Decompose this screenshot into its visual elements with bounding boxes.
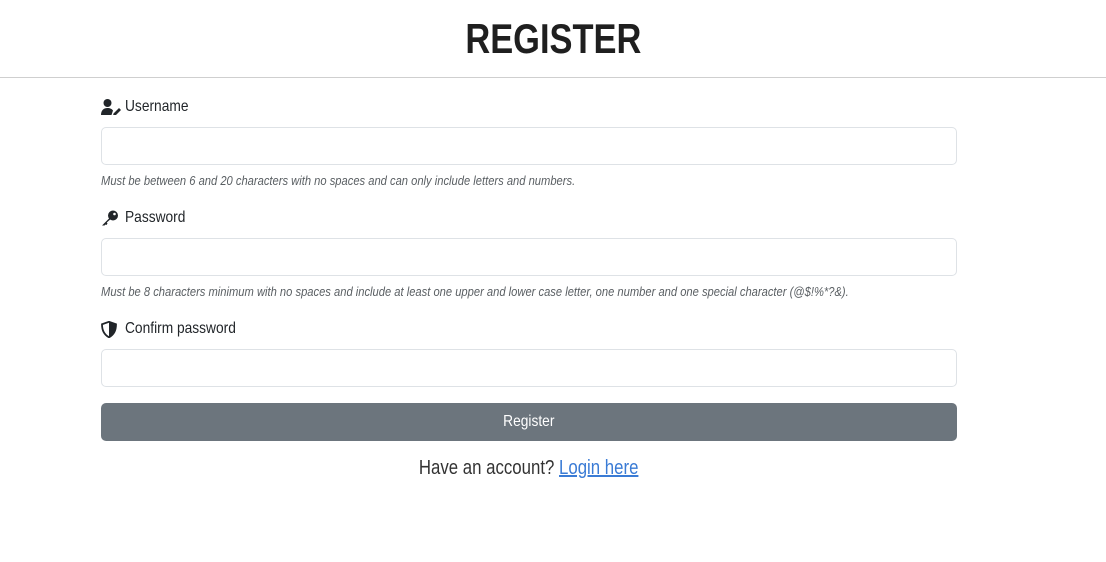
confirm-password-label-text: Confirm password [125,320,236,337]
username-label: Username [101,96,199,118]
username-help-text: Must be between 6 and 20 characters with… [101,173,576,188]
page-header: REGISTER [0,0,1106,78]
login-prompt-inner: Have an account? Login here [419,457,639,480]
page-title: REGISTER [464,14,642,62]
password-group: Password [101,207,195,229]
shield-half-icon [101,320,123,338]
login-prompt-text: Have an account? [419,457,555,479]
password-label-text: Password [125,209,186,226]
confirm-password-group: Confirm password [101,318,254,340]
register-button[interactable]: Register [101,403,957,441]
confirm-password-label: Confirm password [101,318,254,340]
login-prompt: Have an account? Login here [101,457,957,480]
key-icon [101,209,123,227]
password-label: Password [101,207,195,229]
username-group: Username [101,96,199,118]
register-button-label: Register [503,413,555,430]
confirm-password-input[interactable] [101,349,957,387]
password-input[interactable] [101,238,957,276]
password-help-text: Must be 8 characters minimum with no spa… [101,284,849,299]
user-pen-icon [101,98,123,116]
username-label-text: Username [125,98,189,115]
username-input[interactable] [101,127,957,165]
login-link[interactable]: Login here [559,457,638,479]
